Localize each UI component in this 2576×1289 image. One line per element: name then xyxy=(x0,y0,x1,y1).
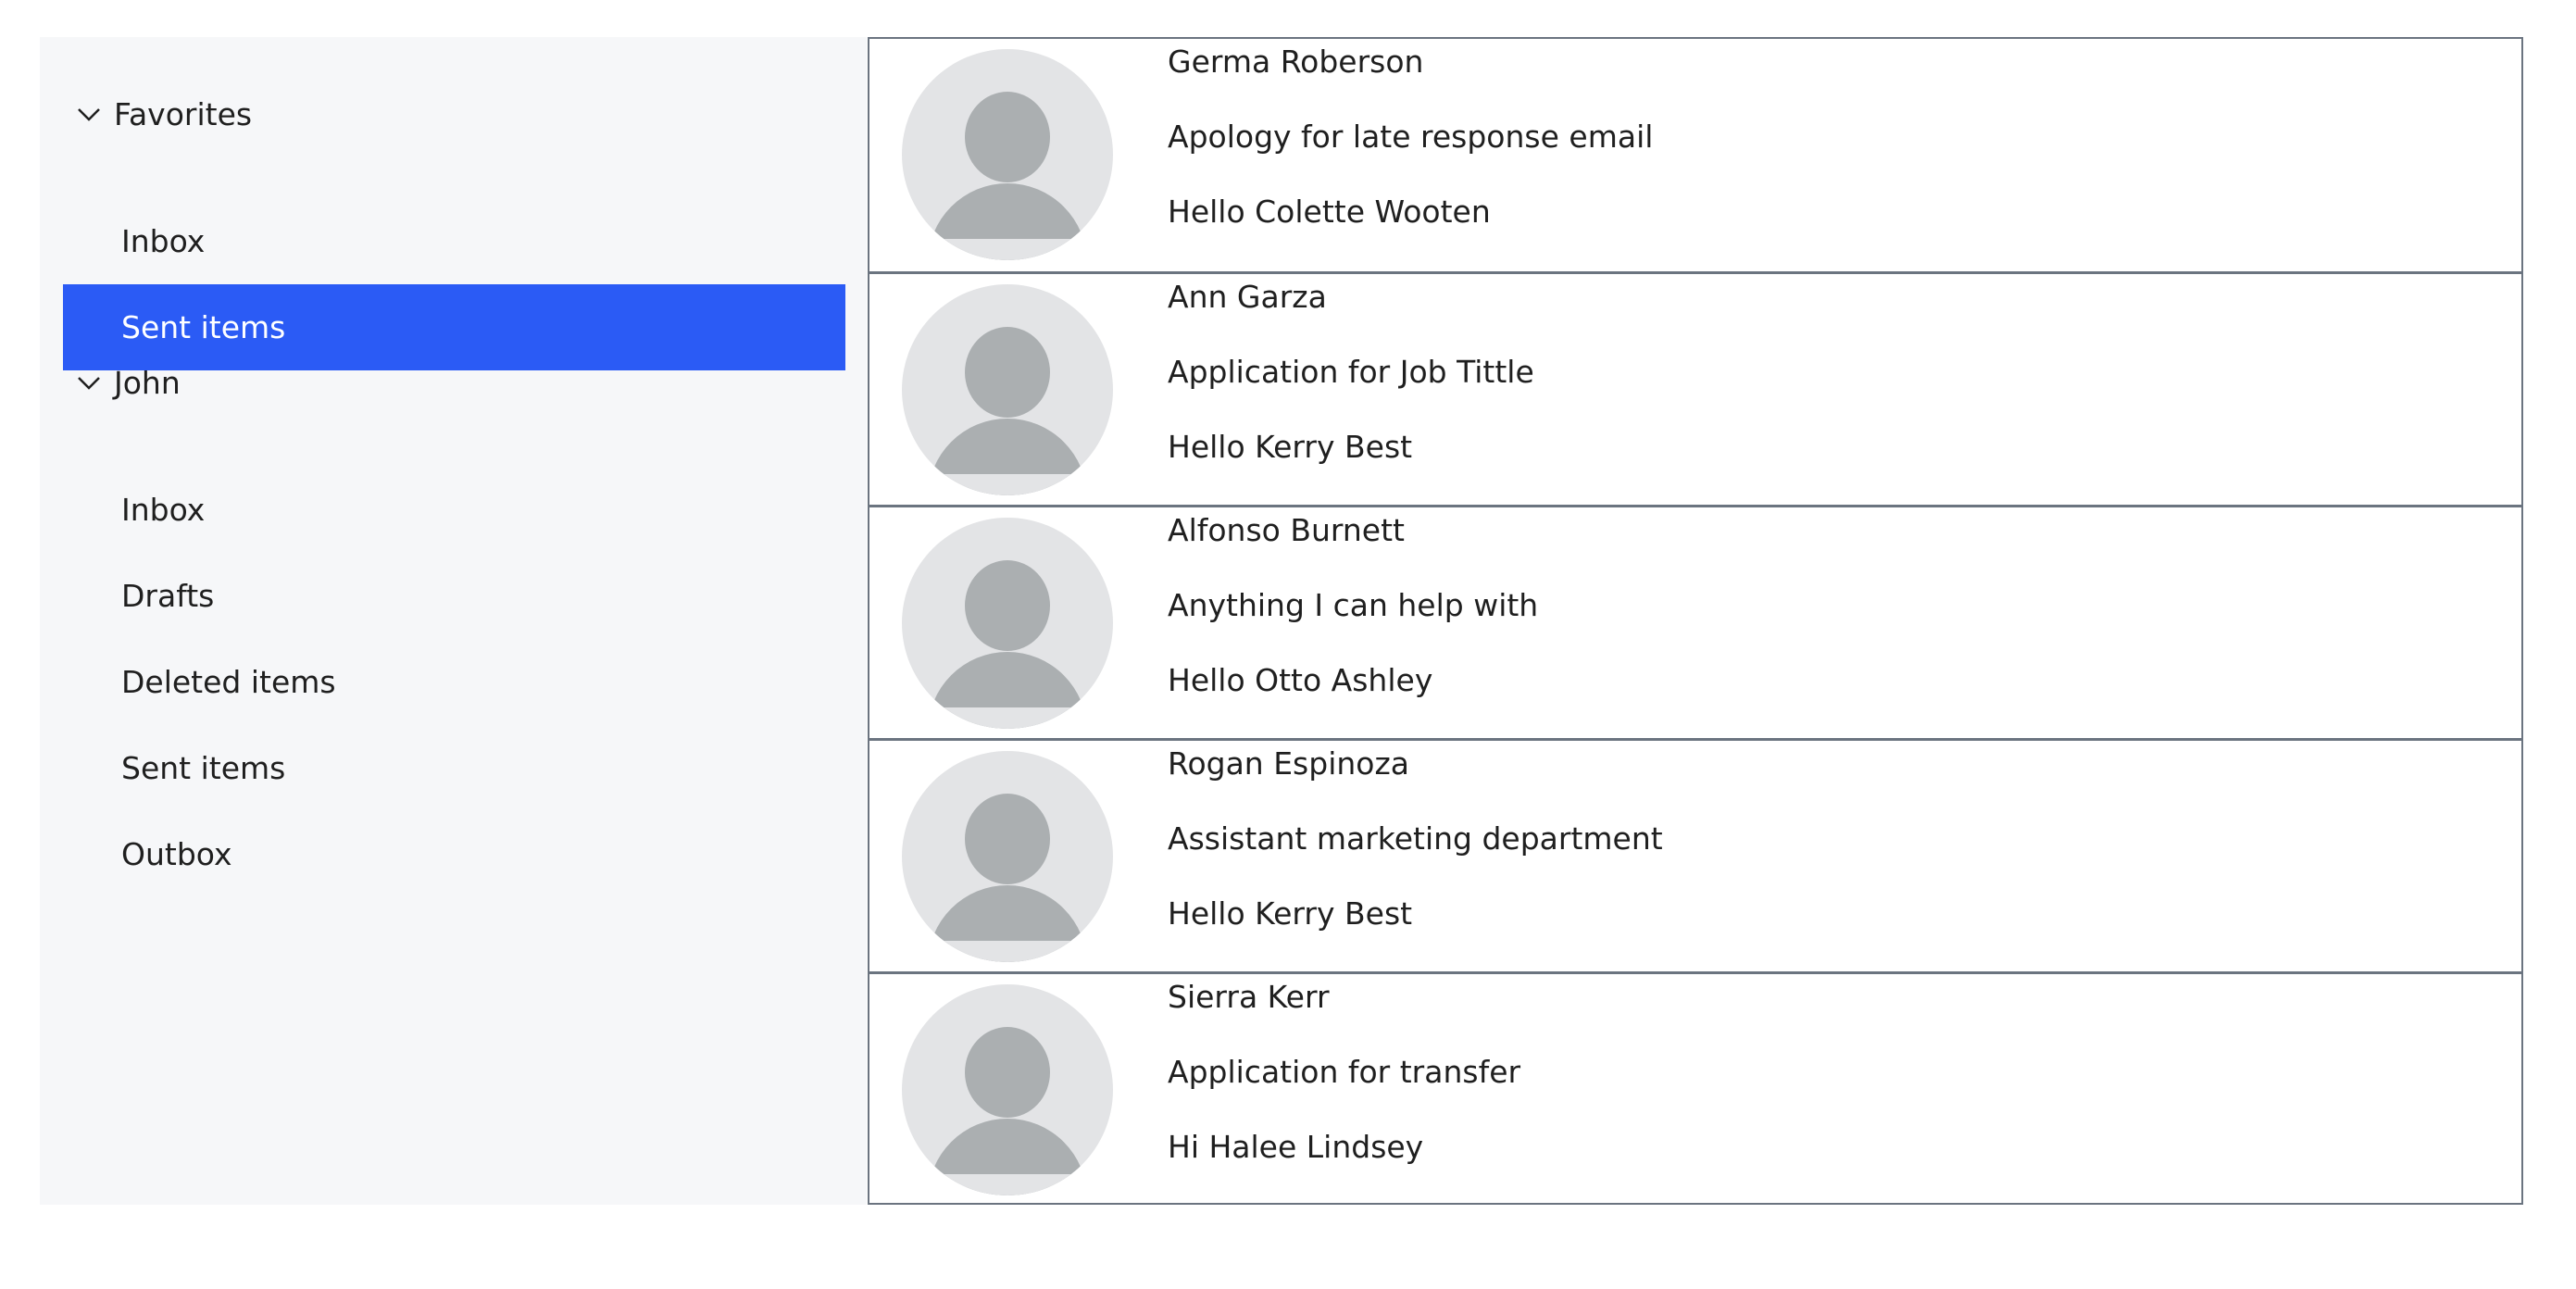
message-subject: Apology for late response email xyxy=(1168,119,1654,155)
folder-label: Inbox xyxy=(121,492,206,528)
message-preview: Hello Colette Wooten xyxy=(1168,194,1491,230)
folder-item-john-inbox[interactable]: Inbox xyxy=(63,467,845,553)
folder-label: Drafts xyxy=(121,578,215,614)
avatar-placeholder-icon xyxy=(902,284,1113,495)
avatar-placeholder-icon xyxy=(902,518,1113,729)
folder-pane: Favorites Inbox Sent items John Inbox Dr… xyxy=(40,37,867,1205)
group-label: Favorites xyxy=(114,95,253,132)
message-subject: Application for Job Tittle xyxy=(1168,354,1534,390)
folder-label: Deleted items xyxy=(121,664,336,700)
message-row[interactable]: Germa Roberson Apology for late response… xyxy=(869,39,2521,271)
avatar-placeholder-icon xyxy=(902,49,1113,260)
chevron-down-icon xyxy=(78,108,100,121)
folder-item-john-outbox[interactable]: Outbox xyxy=(63,811,845,897)
folder-label: Outbox xyxy=(121,836,232,872)
message-sender: Germa Roberson xyxy=(1168,44,1424,80)
group-label: John xyxy=(114,364,181,401)
avatar-placeholder-icon xyxy=(902,751,1113,962)
message-subject: Application for transfer xyxy=(1168,1054,1521,1090)
chevron-down-icon xyxy=(78,377,100,390)
folder-item-favorites-inbox[interactable]: Inbox xyxy=(63,198,845,284)
message-preview: Hello Otto Ashley xyxy=(1168,662,1433,698)
message-row[interactable]: Alfonso Burnett Anything I can help with… xyxy=(869,507,2521,740)
message-preview: Hello Kerry Best xyxy=(1168,429,1413,465)
message-row[interactable]: Rogan Espinoza Assistant marketing depar… xyxy=(869,741,2521,973)
group-header-john[interactable]: John xyxy=(75,355,181,410)
message-sender: Sierra Kerr xyxy=(1168,979,1330,1015)
message-sender: Alfonso Burnett xyxy=(1168,512,1405,548)
folder-item-john-sent-items[interactable]: Sent items xyxy=(63,725,845,811)
message-preview: Hello Kerry Best xyxy=(1168,895,1413,932)
message-subject: Anything I can help with xyxy=(1168,587,1539,623)
message-row[interactable]: Sierra Kerr Application for transfer Hi … xyxy=(869,974,2521,1207)
folder-label: Sent items xyxy=(121,750,286,786)
mail-app: Favorites Inbox Sent items John Inbox Dr… xyxy=(40,37,2523,1205)
folder-label: Sent items xyxy=(121,309,286,345)
message-sender: Rogan Espinoza xyxy=(1168,745,1410,782)
folder-item-john-drafts[interactable]: Drafts xyxy=(63,553,845,639)
message-subject: Assistant marketing department xyxy=(1168,820,1663,857)
avatar-placeholder-icon xyxy=(902,984,1113,1195)
message-list: Germa Roberson Apology for late response… xyxy=(868,37,2523,1205)
folder-label: Inbox xyxy=(121,223,206,259)
group-header-favorites[interactable]: Favorites xyxy=(75,86,252,142)
folder-item-john-deleted-items[interactable]: Deleted items xyxy=(63,639,845,725)
message-row[interactable]: Ann Garza Application for Job Tittle Hel… xyxy=(869,274,2521,507)
message-sender: Ann Garza xyxy=(1168,279,1327,315)
message-preview: Hi Halee Lindsey xyxy=(1168,1129,1424,1165)
